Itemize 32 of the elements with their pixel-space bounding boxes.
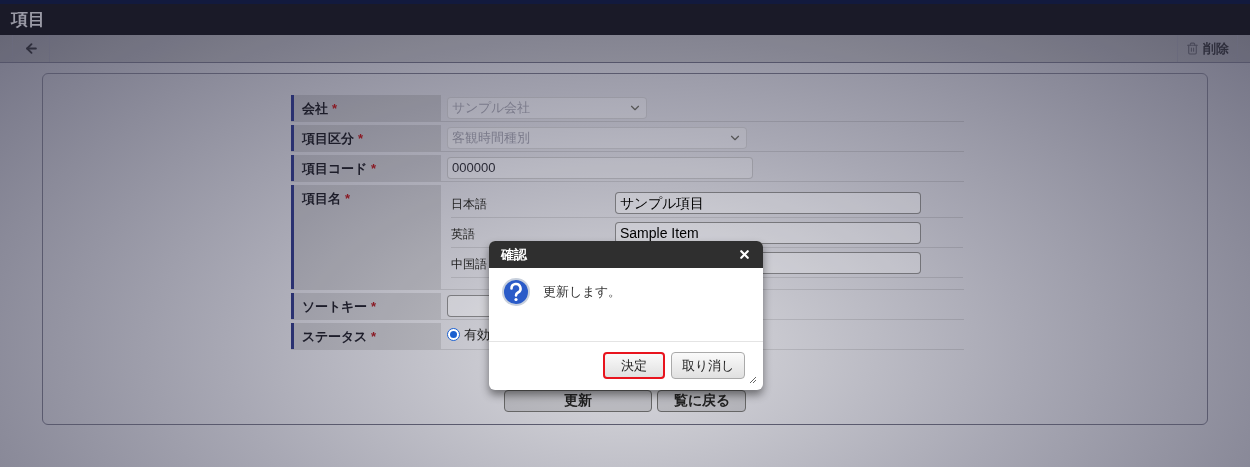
language-label: 英語: [451, 227, 475, 240]
question-icon: [501, 277, 531, 307]
field-label: 項目名: [302, 191, 341, 206]
field-label: 項目コード: [302, 161, 367, 176]
close-icon[interactable]: [738, 248, 751, 261]
required-mark: *: [371, 299, 377, 314]
back-button[interactable]: [12, 35, 50, 62]
required-mark: *: [358, 131, 364, 146]
radio-option[interactable]: 有効: [447, 325, 490, 345]
trash-icon: [1186, 42, 1199, 55]
required-mark: *: [371, 329, 377, 344]
dialog-button[interactable]: 決定: [603, 352, 665, 379]
resize-grip-icon: [749, 376, 757, 384]
language-label: 中国語: [451, 257, 487, 270]
field-label: ステータス: [302, 329, 367, 344]
language-label: 日本語: [451, 197, 487, 210]
text-field[interactable]: サンプル項目: [615, 191, 921, 214]
required-mark: *: [332, 101, 338, 116]
window-title: 項目: [11, 8, 45, 31]
required-mark: *: [371, 161, 377, 176]
radio-button[interactable]: [447, 328, 460, 342]
field-label: 項目区分: [302, 131, 354, 146]
dialog-title: 確認: [501, 245, 527, 264]
field-label: ソートキー: [302, 299, 367, 314]
required-mark: *: [345, 191, 351, 206]
action-button[interactable]: 更新: [504, 390, 652, 412]
field-label: 会社: [302, 101, 328, 116]
dialog-message: 更新します。: [543, 283, 621, 301]
action-button[interactable]: 覧に戻る: [657, 390, 746, 412]
text-field[interactable]: Sample Item: [615, 221, 921, 244]
dialog-button[interactable]: 取り消し: [671, 352, 745, 379]
back-arrow-icon: [23, 41, 39, 56]
